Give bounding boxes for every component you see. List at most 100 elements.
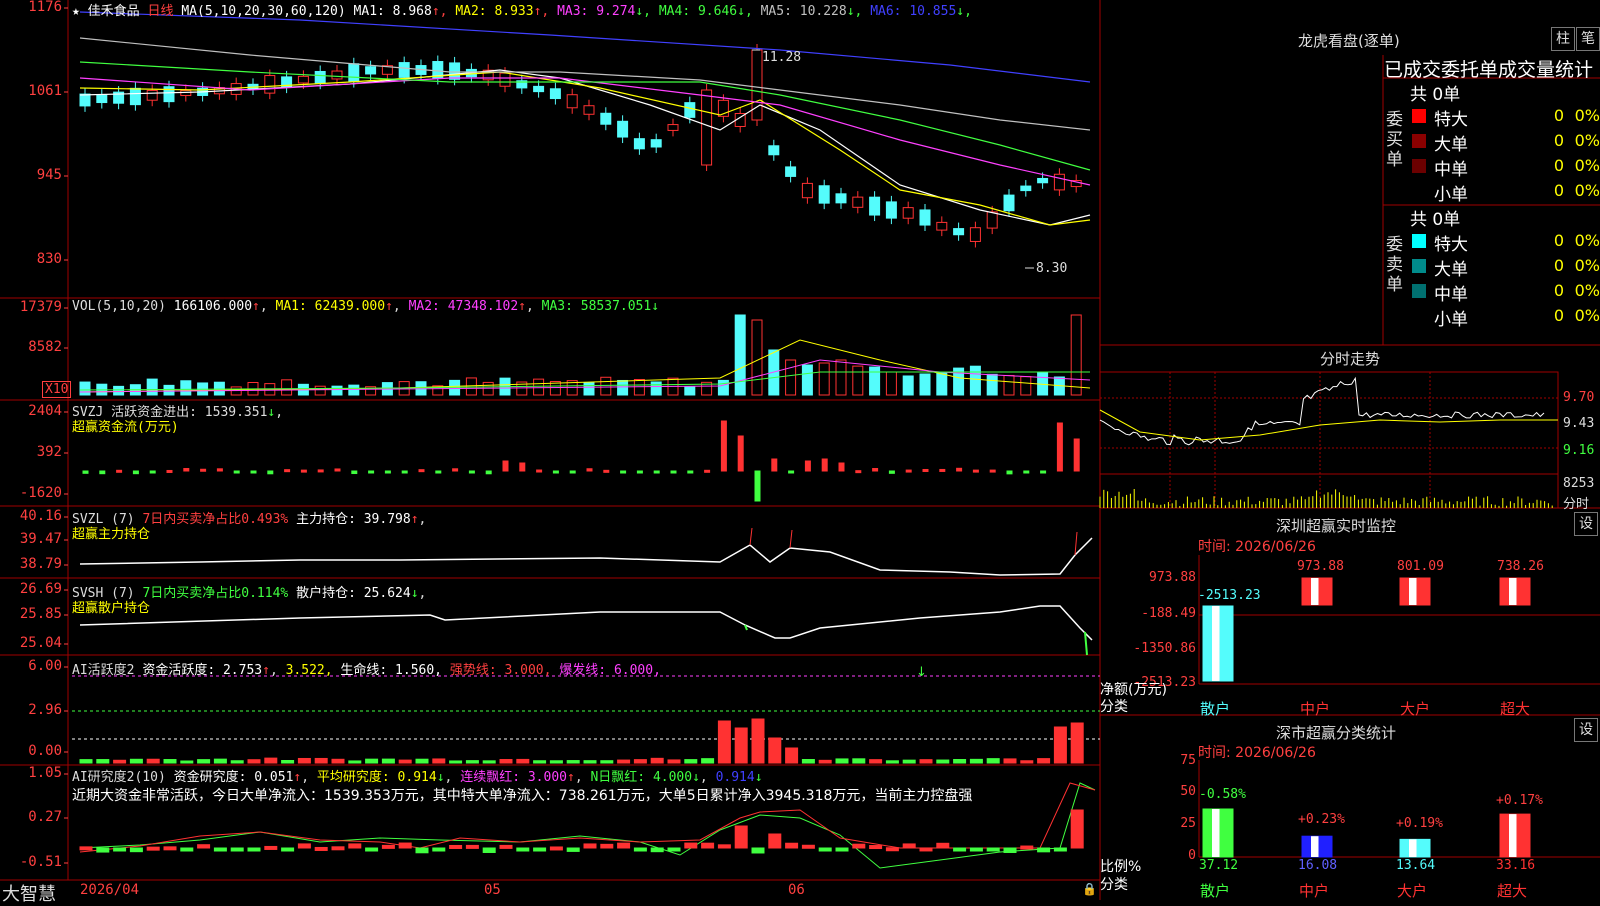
ai-research-bar [415, 847, 429, 854]
volume-bar-down [969, 365, 981, 396]
brand-logo: 大智慧 [2, 884, 56, 905]
sz-stats-category-label: 中户 [1299, 882, 1330, 900]
stock-name[interactable]: 佳禾食品 [88, 4, 140, 19]
bottom-time-axis: 大智慧 2026/04 05 06 🔒 [0, 880, 1100, 905]
ai-research-bar [499, 844, 513, 849]
dt-column-header: 已成交委托单成交量统计 [1384, 59, 1594, 81]
ai-active-bar [986, 758, 1000, 764]
candle-up [566, 94, 578, 109]
ai-active-bar [852, 758, 866, 764]
sz-stats-value: 33.16 [1496, 858, 1536, 873]
svzj-bar [200, 468, 207, 472]
svzj-bar [838, 462, 845, 472]
volume-bar-up [1070, 314, 1082, 396]
volume-bar-down [717, 379, 729, 396]
candle-down [953, 228, 965, 236]
svzj-bar [855, 470, 862, 474]
svzj-bar [485, 470, 492, 475]
ai-research-header: AI研究度2(10) 资金研究度: 0.051↑, 平均研究度: 0.914↓,… [72, 770, 763, 785]
ai-research-bar [365, 847, 379, 852]
ai-research-bar [869, 845, 883, 850]
ai-research-bar [734, 825, 748, 849]
bar-medium-shine [1311, 578, 1319, 605]
y-tick-aiact-16: 2.96 [28, 702, 62, 718]
ai-active-bar [717, 720, 731, 764]
svzj-bar [704, 469, 711, 473]
sz-monitor-settings-button[interactable]: 设 [1574, 512, 1598, 536]
ai-research-bar [717, 844, 731, 849]
ma-arrow-1: ↑, [431, 4, 456, 19]
ai-research-bar [818, 847, 832, 852]
tick-mode-button[interactable]: 笔 [1576, 27, 1600, 51]
ai-research-bar [398, 842, 412, 849]
ai-research-bar [953, 847, 967, 852]
candle-down [348, 63, 360, 83]
svzj-bar [754, 470, 761, 502]
ai-research-bar [348, 843, 362, 849]
period-label[interactable]: 日线 [148, 4, 174, 19]
ai-research-bar [768, 833, 782, 849]
svzj-bar [183, 468, 190, 472]
dragon-tiger-panel: 龙虎看盘(逐单) 柱 笔 已成交委托单成交量统计 委买单 委卖单 共 0单 共 … [1100, 0, 1600, 345]
sz-monitor-bar-value: 738.26 [1497, 559, 1544, 574]
svzj-bar [905, 469, 912, 473]
svzj-bar [670, 470, 677, 474]
bar-mode-button[interactable]: 柱 [1551, 27, 1575, 51]
sz-monitor-time: 时间: 2026/06/26 [1198, 539, 1316, 555]
svzj-bar [1056, 422, 1063, 472]
y-tick-svsh-14: 25.04 [19, 635, 62, 651]
ai-active-bar [146, 758, 160, 764]
candle-up [701, 89, 713, 166]
sz-stats-settings-button[interactable]: 设 [1574, 718, 1598, 742]
svzl-holding: 主力持仓: 39.798 [296, 512, 411, 527]
order-pct: 0% [1574, 281, 1600, 300]
month-may: 05 [484, 882, 501, 898]
ai-research-bar [852, 843, 866, 849]
candle-up [986, 211, 998, 229]
lock-icon[interactable]: 🔒 [1082, 882, 1097, 896]
ai-active-bar [617, 759, 631, 764]
ai-research-summary: 近期大资金非常活跃，今日大单净流入：1539.353万元，其中特大单净流入：73… [72, 788, 973, 804]
ai-active-bar [969, 758, 983, 764]
ai-active-a: 资金活跃度: 2.753 [142, 663, 263, 678]
order-size-label: 特大 [1434, 110, 1468, 130]
intraday-high: 9.70 [1563, 390, 1595, 405]
svsh-holding: 散户持仓: 25.624 [296, 586, 411, 601]
ai-active-title: AI活跃度2 [72, 663, 135, 678]
order-count: 0 [1553, 181, 1564, 200]
ai-research-bar [801, 844, 815, 849]
svzj-bar [233, 470, 240, 474]
stats-bar-3-shine [1509, 814, 1517, 857]
volume-bar-down [331, 385, 343, 396]
ma-value-6: MA6: 10.855 [870, 4, 957, 19]
ai-research-bar [617, 842, 631, 849]
svzj-bar [1023, 470, 1030, 474]
sz-stats-unit: 比例% [1100, 859, 1142, 875]
volume-bar-up [1003, 374, 1015, 396]
ai-active-bar [533, 760, 547, 764]
svzj-bar [99, 470, 106, 475]
ai-active-bar [751, 718, 765, 764]
svzj-bar [972, 469, 979, 473]
ma-title: MA(5,10,20,30,60,120) [181, 4, 346, 19]
favorite-star-icon[interactable]: ★ [72, 4, 80, 19]
svzj-bar [132, 470, 139, 475]
svzl-spike-2 [789, 529, 793, 549]
stats-bar-0-shine [1212, 808, 1220, 857]
ai-research-bar [297, 843, 311, 849]
ai-active-bar [801, 759, 815, 764]
intraday-mid: 9.43 [1563, 416, 1595, 431]
y-tick-svzl-9: 40.16 [19, 508, 62, 524]
ai-research-bar [701, 842, 715, 849]
svzj-bar [468, 470, 475, 474]
ai-active-bar [1020, 760, 1034, 764]
candle-up [331, 70, 343, 80]
candle-up [1053, 173, 1065, 191]
ma-line-4 [79, 61, 1091, 171]
svzj-bar [166, 469, 173, 473]
bar-large-shine [1409, 578, 1417, 605]
vol-ma3: MA3: 58537.051 [541, 299, 652, 314]
ai-research-bar [146, 846, 160, 851]
volume-bar-down [113, 385, 125, 396]
ai-active-bar [163, 759, 177, 764]
